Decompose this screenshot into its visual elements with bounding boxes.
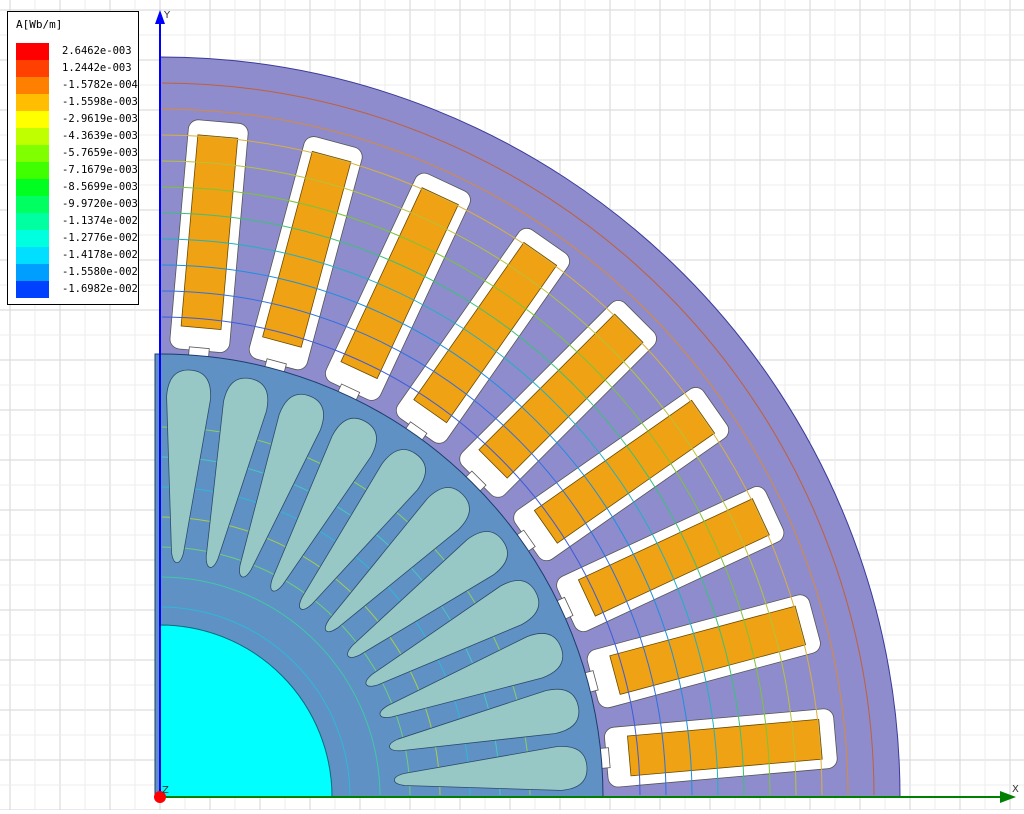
legend-row: -1.2776e-002 (16, 230, 140, 247)
legend-swatch (16, 43, 49, 60)
legend-row: -1.5782e-004 (16, 77, 140, 94)
legend-row: 2.6462e-003 (16, 43, 140, 60)
legend-value: -1.6982e-002 (62, 283, 138, 295)
legend[interactable]: A[Wb/m] 2.6462e-003 1.2442e-003 -1.5782e-0… (7, 11, 139, 305)
legend-swatch (16, 213, 49, 230)
legend-row: -1.6982e-002 (16, 281, 140, 298)
legend-row: 1.2442e-003 (16, 60, 140, 77)
legend-swatch (16, 281, 49, 298)
legend-value: -7.1679e-003 (62, 164, 138, 176)
legend-value: -5.7659e-003 (62, 147, 138, 159)
legend-swatch (16, 94, 49, 111)
legend-swatch (16, 264, 49, 281)
legend-row: -4.3639e-003 (16, 128, 140, 145)
legend-swatch (16, 77, 49, 94)
legend-value: -1.1374e-002 (62, 215, 138, 227)
legend-value: -1.4178e-002 (62, 249, 138, 261)
legend-row: -8.5699e-003 (16, 179, 140, 196)
legend-swatch (16, 145, 49, 162)
z-axis-label: Z (162, 785, 169, 796)
legend-row: -1.5598e-003 (16, 94, 140, 111)
legend-value: -1.5598e-003 (62, 96, 138, 108)
legend-swatch (16, 196, 49, 213)
field-plot-viewport[interactable]: Y X Z A[Wb/m] 2.6462e-003 1.2442e-003 -1.5… (0, 0, 1024, 811)
legend-value: -1.5580e-002 (62, 266, 138, 278)
legend-row: -1.1374e-002 (16, 213, 140, 230)
legend-row: -9.9720e-003 (16, 196, 140, 213)
legend-value: -9.9720e-003 (62, 198, 138, 210)
legend-swatch (16, 128, 49, 145)
legend-value: -1.2776e-002 (62, 232, 138, 244)
legend-swatch (16, 230, 49, 247)
legend-row: -1.5580e-002 (16, 264, 140, 281)
legend-swatch (16, 247, 49, 264)
legend-row: -2.9619e-003 (16, 111, 140, 128)
legend-row: -1.4178e-002 (16, 247, 140, 264)
x-axis-label: X (1012, 784, 1019, 795)
motor-model (154, 56, 901, 798)
legend-value: -8.5699e-003 (62, 181, 138, 193)
legend-value: -1.5782e-004 (62, 79, 138, 91)
legend-title: A[Wb/m] (16, 18, 63, 31)
legend-value: -2.9619e-003 (62, 113, 138, 125)
legend-swatch (16, 111, 49, 128)
legend-swatch (16, 179, 49, 196)
legend-swatch (16, 60, 49, 77)
y-axis-label: Y (163, 10, 171, 21)
legend-swatch (16, 162, 49, 179)
legend-row: -7.1679e-003 (16, 162, 140, 179)
legend-row: -5.7659e-003 (16, 145, 140, 162)
legend-value: 1.2442e-003 (62, 62, 132, 74)
legend-value: 2.6462e-003 (62, 45, 132, 57)
legend-value: -4.3639e-003 (62, 130, 138, 142)
field-plot[interactable]: Y X Z (0, 0, 1024, 811)
